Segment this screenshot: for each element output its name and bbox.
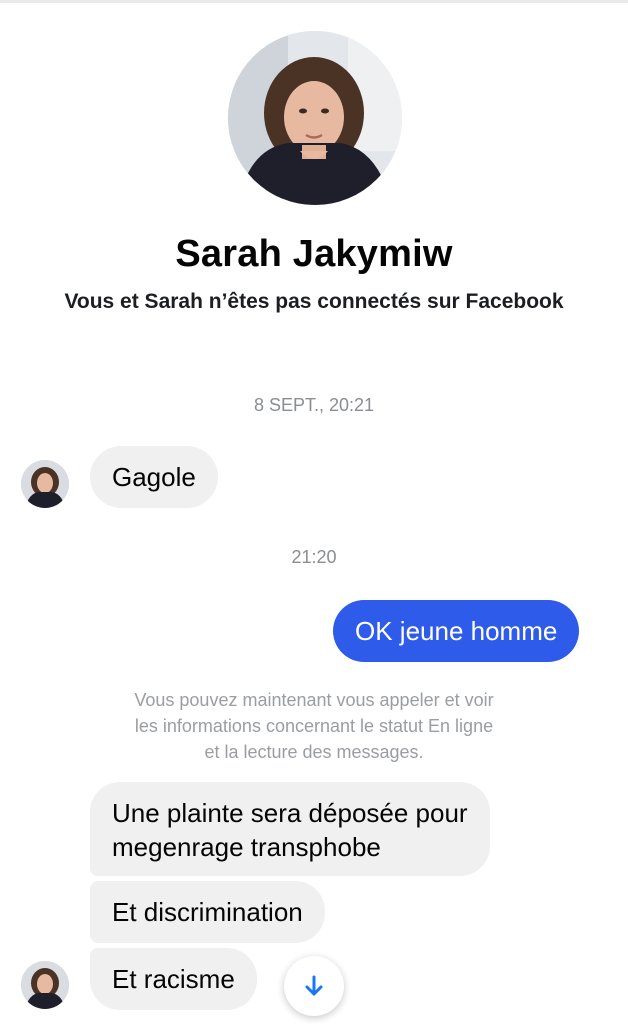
system-notice: Vous pouvez maintenant vous appeler et v…	[60, 687, 568, 765]
contact-avatar[interactable]	[21, 460, 69, 508]
messenger-conversation: Sarah Jakymiw Vous et Sarah n’êtes pas c…	[0, 0, 628, 1024]
message-line: Une plainte sera déposée pour	[112, 798, 468, 828]
scroll-to-bottom-button[interactable]	[284, 956, 344, 1016]
arrow-down-icon	[305, 975, 323, 996]
contact-avatar[interactable]	[21, 961, 69, 1009]
message-bubble-incoming[interactable]: Une plainte sera déposée pour megenrage …	[90, 782, 490, 876]
contact-name[interactable]: Sarah Jakymiw	[0, 233, 628, 276]
system-notice-line: Vous pouvez maintenant vous appeler et v…	[134, 690, 494, 710]
message-line: megenrage transphobe	[112, 832, 381, 862]
message-timestamp: 8 SEPT., 20:21	[253, 395, 375, 415]
message-bubble-incoming[interactable]: Et discrimination	[90, 881, 325, 943]
connection-notice: Vous et Sarah n’êtes pas connectés sur F…	[64, 290, 564, 313]
message-timestamp: 21:20	[291, 547, 337, 567]
message-bubble-incoming[interactable]: Et racisme	[90, 948, 257, 1010]
system-notice-line: et la lecture des messages.	[204, 742, 424, 762]
contact-avatar-image	[21, 460, 69, 508]
contact-avatar-image	[21, 961, 69, 1009]
profile-photo[interactable]	[228, 31, 402, 205]
message-bubble-outgoing[interactable]: OK jeune homme	[333, 600, 580, 662]
system-notice-line: les informations concernant le statut En…	[134, 716, 494, 736]
profile-photo-image	[228, 31, 402, 205]
message-bubble-incoming[interactable]: Gagole	[90, 446, 218, 508]
